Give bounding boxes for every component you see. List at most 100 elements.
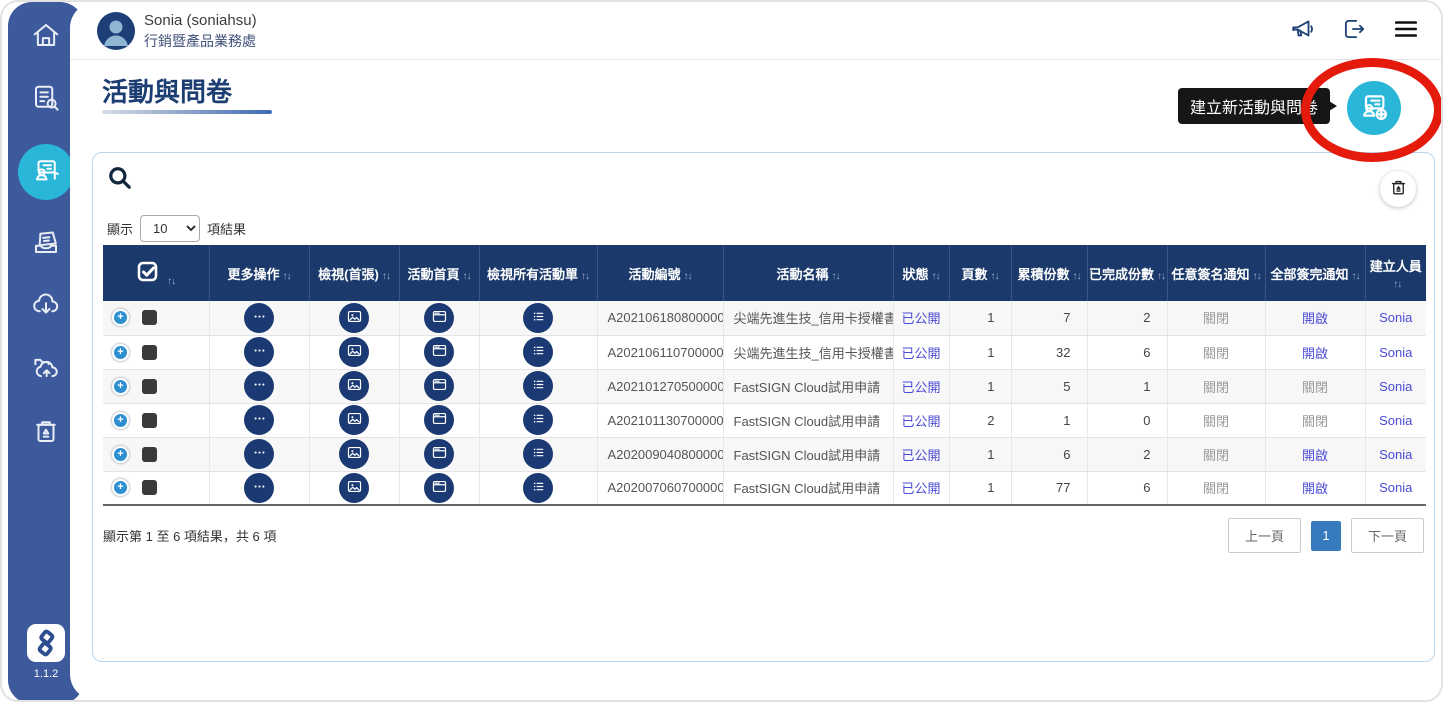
view-first-button[interactable] — [339, 473, 369, 503]
status-link[interactable]: 已公開 — [901, 414, 940, 429]
row-checkbox[interactable] — [142, 480, 157, 495]
sidebar-item-trash[interactable] — [25, 412, 67, 454]
delete-selected-button[interactable] — [1380, 171, 1416, 207]
view-all-forms-button[interactable] — [523, 473, 553, 503]
cell-completed: 6 — [1087, 335, 1167, 369]
creator-link[interactable]: Sonia — [1379, 447, 1412, 462]
activity-home-button[interactable] — [424, 337, 454, 367]
more-actions-button[interactable] — [244, 473, 274, 503]
column-header[interactable]: 全部簽完通知↑↓ — [1265, 245, 1365, 301]
column-header[interactable]: 更多操作↑↓ — [209, 245, 309, 301]
status-link[interactable]: 已公開 — [901, 346, 940, 361]
sidebar-item-document-search[interactable] — [25, 79, 67, 121]
expand-row-button[interactable]: + — [111, 478, 130, 497]
more-actions-button[interactable] — [244, 405, 274, 435]
plus-icon: + — [114, 380, 127, 393]
avatar[interactable] — [97, 12, 135, 50]
table-row: + A2021011307000008 FastSIGN Cloud試用申請 已… — [103, 403, 1426, 437]
view-first-button[interactable] — [339, 303, 369, 333]
all-sign-notify[interactable]: 開啟 — [1302, 346, 1328, 361]
sort-icon: ↑↓ — [382, 271, 390, 282]
view-all-forms-button[interactable] — [523, 371, 553, 401]
prev-page-button[interactable]: 上一頁 — [1228, 518, 1301, 553]
header-select-all[interactable]: ↑↓ — [103, 245, 209, 301]
sidebar-item-document-tray[interactable] — [25, 223, 67, 265]
sidebar-item-cloud-download[interactable] — [25, 286, 67, 328]
creator-link[interactable]: Sonia — [1379, 413, 1412, 428]
view-all-forms-button[interactable] — [523, 337, 553, 367]
row-checkbox[interactable] — [142, 310, 157, 325]
announcement-icon[interactable] — [1289, 16, 1315, 42]
column-header[interactable]: 已完成份數↑↓ — [1087, 245, 1167, 301]
activity-home-button[interactable] — [424, 303, 454, 333]
view-all-forms-button[interactable] — [523, 303, 553, 333]
expand-row-button[interactable]: + — [111, 445, 130, 464]
view-first-button[interactable] — [339, 405, 369, 435]
expand-row-button[interactable]: + — [111, 308, 130, 327]
search-icon[interactable] — [107, 165, 133, 196]
view-first-button[interactable] — [339, 337, 369, 367]
view-first-button[interactable] — [339, 439, 369, 469]
expand-row-button[interactable]: + — [111, 377, 130, 396]
document-search-icon — [31, 83, 61, 118]
page-size-select[interactable]: 10 — [140, 215, 200, 242]
column-header[interactable]: 頁數↑↓ — [949, 245, 1011, 301]
ellipsis-icon — [251, 376, 268, 396]
sidebar-item-cloud-upload[interactable] — [25, 349, 67, 391]
cell-accumulated: 6 — [1011, 437, 1087, 471]
status-link[interactable]: 已公開 — [901, 481, 940, 496]
all-sign-notify[interactable]: 開啟 — [1302, 448, 1328, 463]
more-actions-button[interactable] — [244, 371, 274, 401]
image-icon — [346, 308, 363, 328]
column-header[interactable]: 活動編號↑↓ — [597, 245, 723, 301]
row-checkbox[interactable] — [142, 413, 157, 428]
more-actions-button[interactable] — [244, 337, 274, 367]
column-header[interactable]: 檢視所有活動單↑↓ — [479, 245, 597, 301]
view-first-button[interactable] — [339, 371, 369, 401]
logout-icon[interactable] — [1341, 16, 1367, 42]
all-sign-notify[interactable]: 開啟 — [1302, 481, 1328, 496]
view-all-forms-button[interactable] — [523, 439, 553, 469]
column-header[interactable]: 活動名稱↑↓ — [723, 245, 893, 301]
cell-pages: 1 — [949, 301, 1011, 335]
cell-activity-name: FastSIGN Cloud試用申請 — [723, 437, 893, 471]
more-actions-button[interactable] — [244, 303, 274, 333]
row-checkbox[interactable] — [142, 379, 157, 394]
status-link[interactable]: 已公開 — [901, 380, 940, 395]
sidebar-item-activities[interactable] — [18, 144, 74, 200]
status-link[interactable]: 已公開 — [901, 448, 940, 463]
activity-home-button[interactable] — [424, 371, 454, 401]
browser-window-icon — [431, 478, 448, 498]
menu-icon[interactable] — [1393, 16, 1419, 42]
column-header[interactable]: 任意簽名通知↑↓ — [1167, 245, 1265, 301]
create-activity-button[interactable] — [1347, 81, 1401, 135]
activity-home-button[interactable] — [424, 439, 454, 469]
creator-link[interactable]: Sonia — [1379, 310, 1412, 325]
column-header[interactable]: 活動首頁↑↓ — [399, 245, 479, 301]
all-sign-notify[interactable]: 開啟 — [1302, 311, 1328, 326]
cell-pages: 1 — [949, 335, 1011, 369]
expand-row-button[interactable]: + — [111, 343, 130, 362]
cell-completed: 0 — [1087, 403, 1167, 437]
column-header[interactable]: 檢視(首張)↑↓ — [309, 245, 399, 301]
cell-accumulated: 7 — [1011, 301, 1087, 335]
activity-home-button[interactable] — [424, 405, 454, 435]
expand-row-button[interactable]: + — [111, 411, 130, 430]
creator-link[interactable]: Sonia — [1379, 379, 1412, 394]
column-header[interactable]: 狀態↑↓ — [893, 245, 949, 301]
list-icon — [530, 478, 547, 498]
table-row: + A2021012705000002 FastSIGN Cloud試用申請 已… — [103, 369, 1426, 403]
sidebar-item-home[interactable] — [25, 16, 67, 58]
creator-link[interactable]: Sonia — [1379, 480, 1412, 495]
status-link[interactable]: 已公開 — [901, 311, 940, 326]
view-all-forms-button[interactable] — [523, 405, 553, 435]
creator-link[interactable]: Sonia — [1379, 345, 1412, 360]
current-page-button[interactable]: 1 — [1311, 521, 1341, 551]
more-actions-button[interactable] — [244, 439, 274, 469]
row-checkbox[interactable] — [142, 447, 157, 462]
activity-home-button[interactable] — [424, 473, 454, 503]
next-page-button[interactable]: 下一頁 — [1351, 518, 1424, 553]
column-header[interactable]: 累積份數↑↓ — [1011, 245, 1087, 301]
column-header[interactable]: 建立人員↑↓ — [1365, 245, 1426, 301]
row-checkbox[interactable] — [142, 345, 157, 360]
